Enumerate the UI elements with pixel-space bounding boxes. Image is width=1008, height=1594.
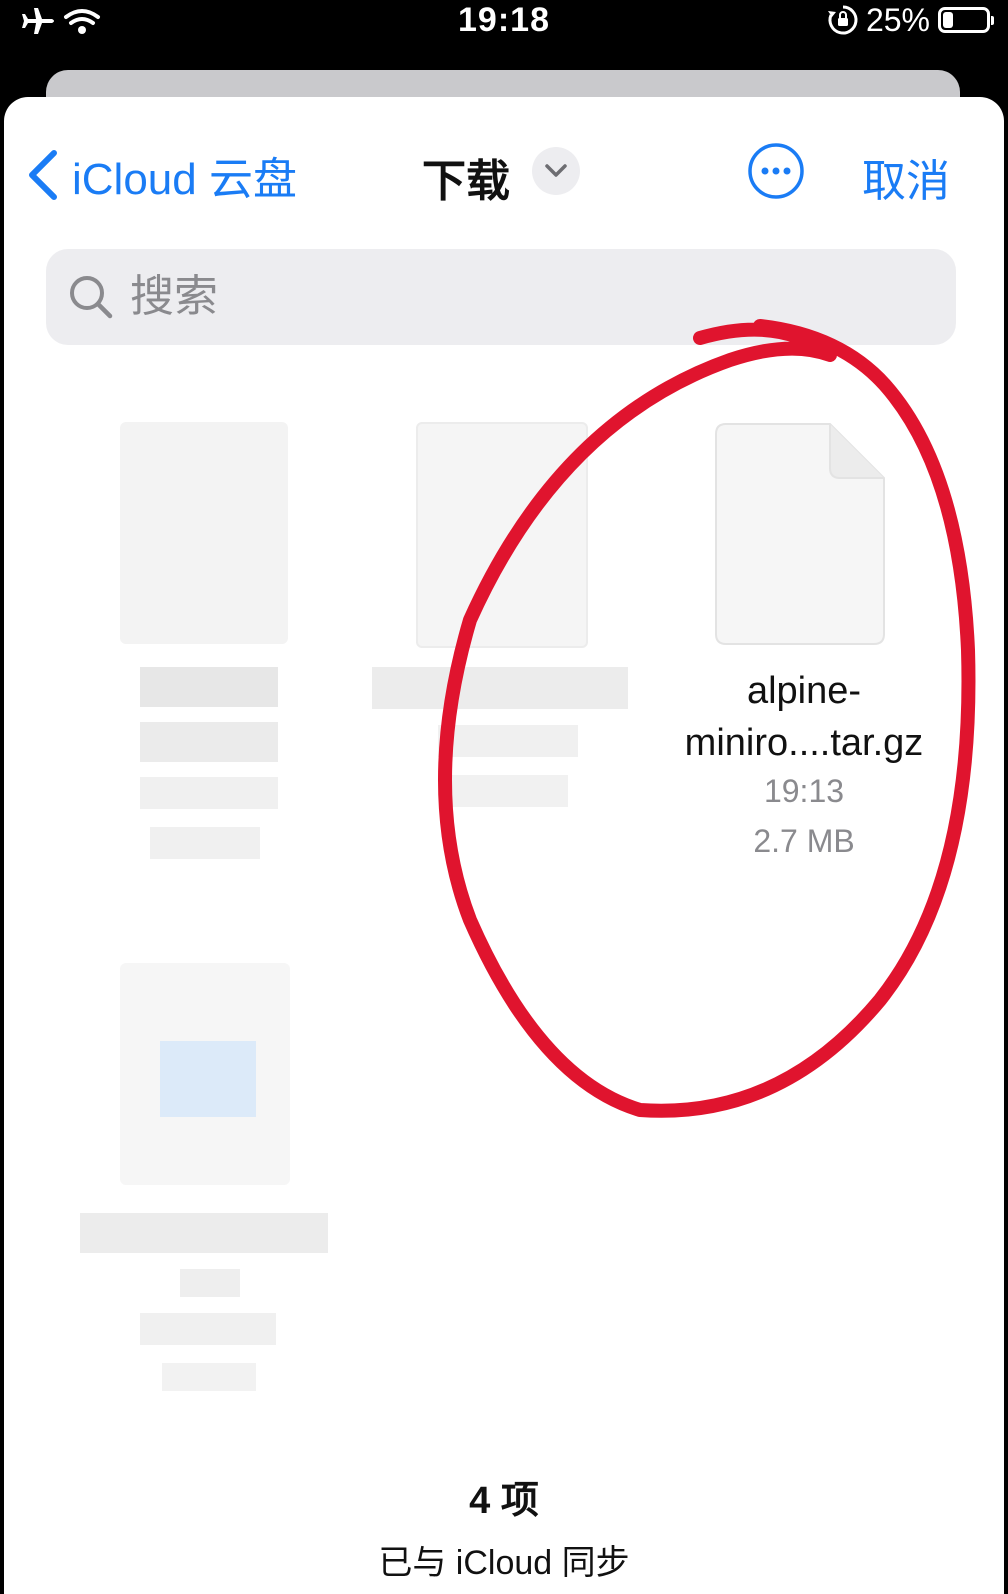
file-size: 2.7 MB bbox=[753, 823, 855, 859]
page-title: 下载 bbox=[422, 157, 510, 206]
sync-status: 已与 iCloud 同步 bbox=[378, 1544, 630, 1582]
document-icon bbox=[715, 423, 885, 645]
title-menu-button[interactable] bbox=[532, 147, 580, 195]
search-bar[interactable] bbox=[46, 249, 956, 345]
chevron-left-icon bbox=[29, 150, 57, 200]
blurred-file-size bbox=[448, 775, 568, 807]
back-button-label: iCloud 云盘 bbox=[72, 155, 297, 204]
ellipsis-circle-icon bbox=[748, 143, 804, 199]
blurred-image-preview bbox=[160, 1041, 256, 1117]
blurred-file-name bbox=[140, 667, 278, 707]
blurred-file-name bbox=[140, 722, 278, 762]
navigation-bar: iCloud 云盘 下载 取消 bbox=[4, 137, 1004, 207]
file-picker-sheet: iCloud 云盘 下载 取消 搜索 alpine- miniro....tar… bbox=[4, 97, 1004, 1594]
blurred-file-date bbox=[140, 777, 278, 809]
back-button[interactable]: iCloud 云盘 bbox=[26, 143, 297, 207]
orientation-lock-icon bbox=[827, 5, 858, 35]
blurred-file-name bbox=[80, 1213, 328, 1253]
file-time: 19:13 bbox=[763, 773, 845, 809]
file-thumbnail bbox=[416, 422, 588, 648]
file-name-line-1: alpine- bbox=[746, 670, 862, 712]
more-options-button[interactable] bbox=[746, 141, 806, 201]
file-item-blurred-3[interactable] bbox=[76, 963, 336, 1393]
blurred-file-date bbox=[140, 1313, 276, 1345]
battery-percent: 25% bbox=[865, 2, 930, 38]
blurred-file-size bbox=[162, 1363, 256, 1391]
blurred-file-name bbox=[180, 1269, 240, 1297]
item-count: 4 项 bbox=[469, 1480, 539, 1522]
battery-icon bbox=[938, 7, 994, 33]
file-thumbnail bbox=[120, 422, 288, 644]
blurred-file-name bbox=[372, 667, 628, 709]
status-right-icons: 25% bbox=[826, 2, 994, 38]
file-name: alpine- miniro....tar.gz bbox=[664, 665, 944, 769]
status-bar: 19:18 25% bbox=[0, 0, 1008, 72]
search-icon bbox=[70, 276, 113, 319]
battery-fill bbox=[943, 12, 954, 28]
file-name-line-2: miniro....tar.gz bbox=[684, 722, 924, 764]
file-item-blurred-2[interactable] bbox=[372, 422, 642, 812]
blurred-file-date bbox=[438, 725, 578, 757]
file-item-blurred-1[interactable] bbox=[114, 422, 304, 872]
cancel-button[interactable]: 取消 bbox=[862, 145, 950, 209]
chevron-down-icon bbox=[545, 164, 567, 177]
search-input[interactable] bbox=[128, 271, 892, 323]
blurred-file-size bbox=[150, 827, 260, 859]
